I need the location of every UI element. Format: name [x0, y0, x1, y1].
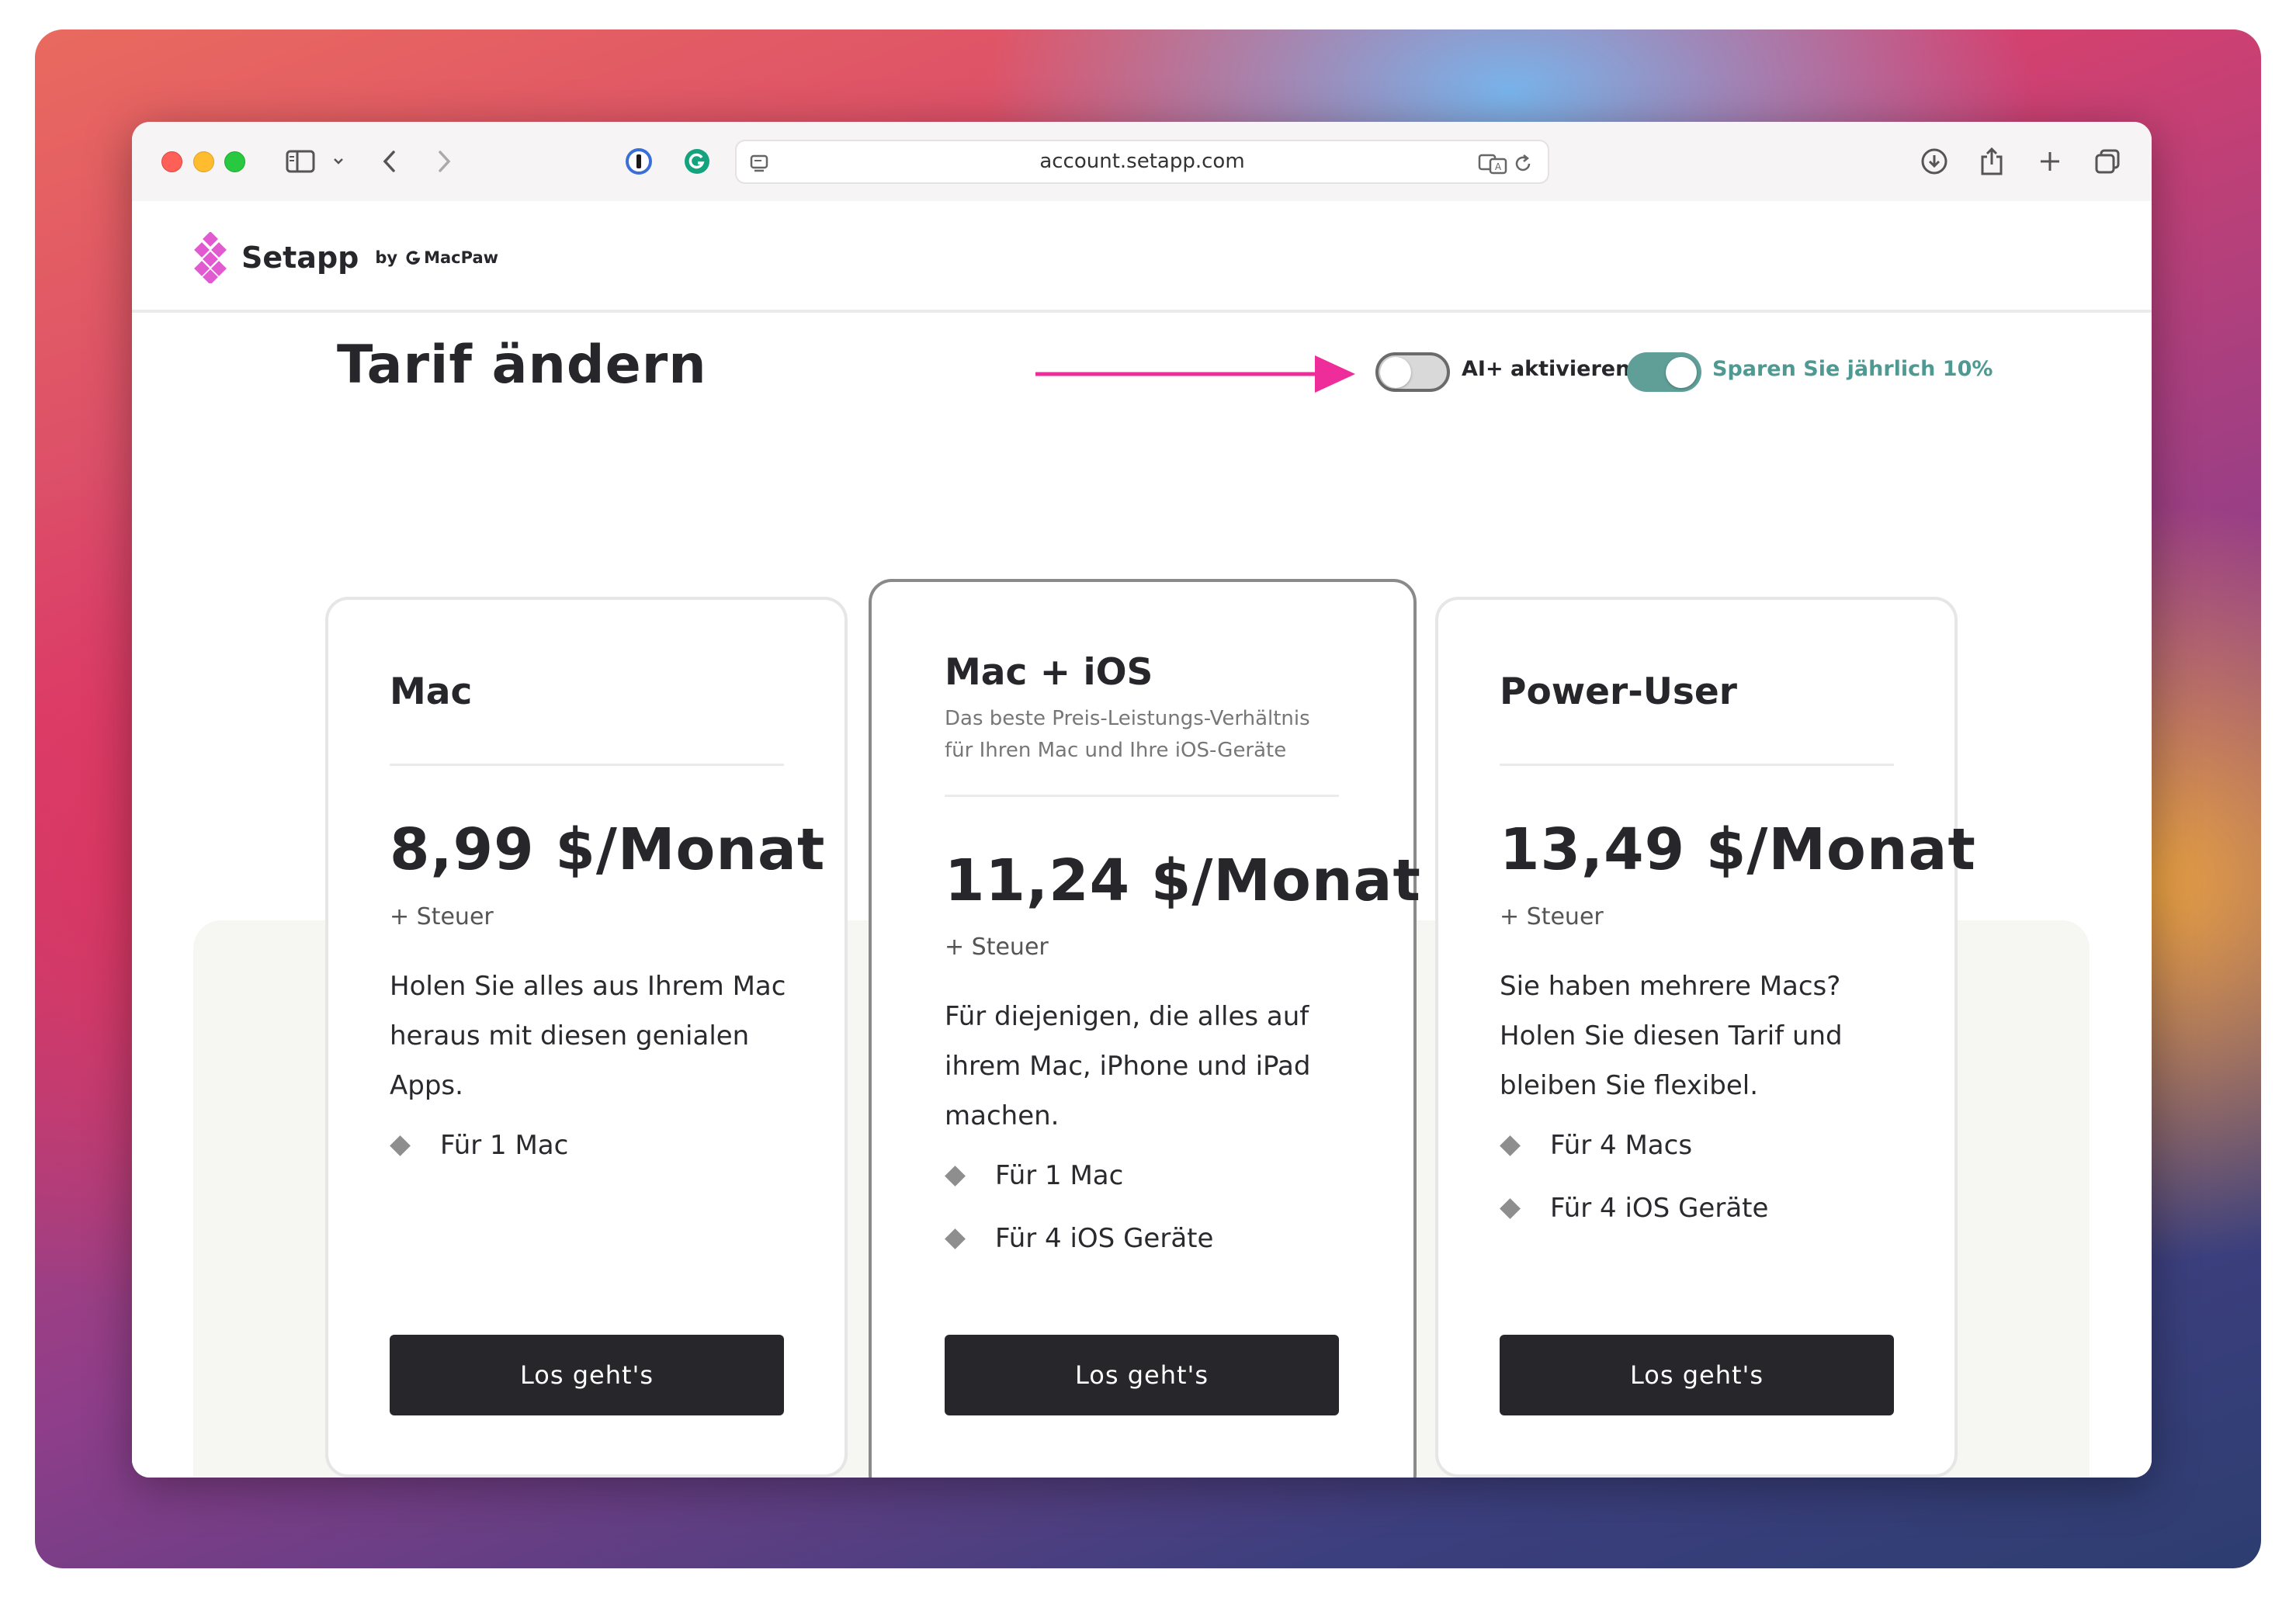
plan-card-mac-ios: Mac + iOS Das beste Preis-Leistungs-Verh… — [869, 579, 1420, 1478]
tab-overview-icon[interactable] — [2091, 144, 2124, 178]
new-tab-icon[interactable] — [2034, 144, 2065, 178]
plan-price: 8,99 $/Monat — [390, 816, 826, 883]
feature-label: Für 1 Mac — [440, 1130, 569, 1161]
description-line: machen. — [945, 1100, 1060, 1131]
feature-label: Für 1 Mac — [995, 1160, 1124, 1191]
close-window-button[interactable] — [161, 151, 182, 172]
browser-toolbar: account.setapp.com A — [132, 122, 2152, 203]
description-line: ihrem Mac, iPhone und iPad — [945, 1051, 1311, 1082]
plan-card-mac: Mac 8,99 $/Monat + Steuer Holen Sie alle… — [325, 597, 848, 1478]
minimize-window-button[interactable] — [193, 151, 214, 172]
plan-tax: + Steuer — [1500, 903, 1604, 930]
divider — [1500, 764, 1894, 766]
plan-name: Mac + iOS — [945, 651, 1153, 694]
diamond-bullet-icon — [1500, 1197, 1521, 1219]
plan-tax: + Steuer — [945, 934, 1049, 961]
plan-card-power-user: Power-User 13,49 $/Monat + Steuer Sie ha… — [1435, 597, 1975, 1478]
description-line: Sie haben mehrere Macs? — [1500, 971, 1841, 1002]
zoom-window-button[interactable] — [224, 151, 245, 172]
page-title: Tarif ändern — [337, 334, 707, 396]
url-text: account.setapp.com — [1039, 150, 1245, 173]
translate-icon[interactable]: A — [1477, 146, 1508, 181]
forward-icon[interactable] — [432, 144, 456, 178]
brand-parent: MacPaw — [424, 248, 499, 267]
brand-name: Setapp — [241, 241, 359, 275]
plan-description: Für diejenigen, die alles auf ihrem Mac,… — [945, 992, 1348, 1141]
plan-description: Sie haben mehrere Macs? Holen Sie diesen… — [1500, 961, 1903, 1110]
plan-description: Holen Sie alles aus Ihrem Mac heraus mit… — [390, 961, 793, 1110]
feature-label: Für 4 iOS Geräte — [1550, 1193, 1769, 1224]
feature-item: Für 4 iOS Geräte — [1500, 1193, 1768, 1224]
feature-item: Für 4 iOS Geräte — [945, 1223, 1213, 1254]
description-line: heraus mit diesen genialen — [390, 1020, 750, 1051]
subtitle-line: Das beste Preis-Leistungs-Verhältnis — [945, 707, 1310, 730]
feature-label: Für 4 iOS Geräte — [995, 1223, 1214, 1254]
password-manager-icon[interactable] — [624, 144, 654, 178]
plan-price: 11,24 $/Monat — [945, 847, 1421, 914]
description-line: bleiben Sie flexibel. — [1500, 1070, 1759, 1101]
plan-name: Mac — [390, 670, 473, 713]
annotation-arrow — [1035, 355, 1355, 393]
divider — [945, 795, 1339, 797]
setapp-logo[interactable]: Setapp by MacPaw — [193, 232, 498, 283]
ai-plus-label: AI+ aktivieren — [1462, 357, 1631, 381]
description-line: Holen Sie alles aus Ihrem Mac — [390, 971, 786, 1002]
macpaw-icon — [404, 250, 421, 266]
plan-cta-button[interactable]: Los geht's — [1500, 1335, 1894, 1415]
grammarly-icon[interactable] — [682, 144, 712, 178]
plan-cta-button[interactable]: Los geht's — [945, 1335, 1339, 1415]
feature-label: Für 4 Macs — [1550, 1130, 1693, 1161]
page-content: Tarif ändern AI+ aktivieren Sparen Sie j… — [132, 313, 2152, 1478]
chevron-down-icon[interactable] — [328, 144, 349, 178]
toggle-knob — [1666, 357, 1697, 388]
share-icon[interactable] — [1976, 144, 2007, 178]
plan-tax: + Steuer — [390, 903, 494, 930]
diamond-bullet-icon — [945, 1165, 966, 1187]
annual-billing-toggle[interactable] — [1627, 352, 1701, 392]
diamond-bullet-icon — [390, 1135, 411, 1156]
feature-item: Für 1 Mac — [390, 1130, 568, 1161]
description-line: Holen Sie diesen Tarif und — [1500, 1020, 1843, 1051]
annual-billing-label: Sparen Sie jährlich 10% — [1712, 357, 1993, 381]
plan-price: 13,49 $/Monat — [1500, 816, 1976, 883]
feature-item: Für 1 Mac — [945, 1160, 1123, 1191]
address-bar[interactable]: account.setapp.com A — [735, 140, 1549, 184]
plan-cta-button[interactable]: Los geht's — [390, 1335, 784, 1415]
brand-by: by — [375, 248, 398, 267]
description-line: Für diejenigen, die alles auf — [945, 1001, 1309, 1032]
setapp-logo-icon — [194, 232, 227, 283]
feature-item: Für 4 Macs — [1500, 1130, 1692, 1161]
plan-subtitle: Das beste Preis-Leistungs-Verhältnis für… — [945, 703, 1364, 767]
svg-text:A: A — [1495, 161, 1502, 172]
back-icon[interactable] — [378, 144, 401, 178]
toggle-knob — [1380, 357, 1411, 388]
diamond-bullet-icon — [1500, 1135, 1521, 1156]
browser-window: account.setapp.com A Setapp by MacPaw Ta… — [132, 122, 2152, 1478]
description-line: Apps. — [390, 1070, 463, 1101]
divider — [390, 764, 784, 766]
ai-plus-toggle[interactable] — [1375, 352, 1450, 392]
sidebar-toggle-icon[interactable] — [283, 144, 317, 178]
diamond-bullet-icon — [945, 1228, 966, 1249]
site-header: Setapp by MacPaw — [132, 201, 2152, 313]
subtitle-line: für Ihren Mac und Ihre iOS-Geräte — [945, 739, 1287, 762]
downloads-icon[interactable] — [1918, 144, 1951, 178]
plan-name: Power-User — [1500, 670, 1737, 713]
reload-icon[interactable] — [1510, 146, 1536, 181]
